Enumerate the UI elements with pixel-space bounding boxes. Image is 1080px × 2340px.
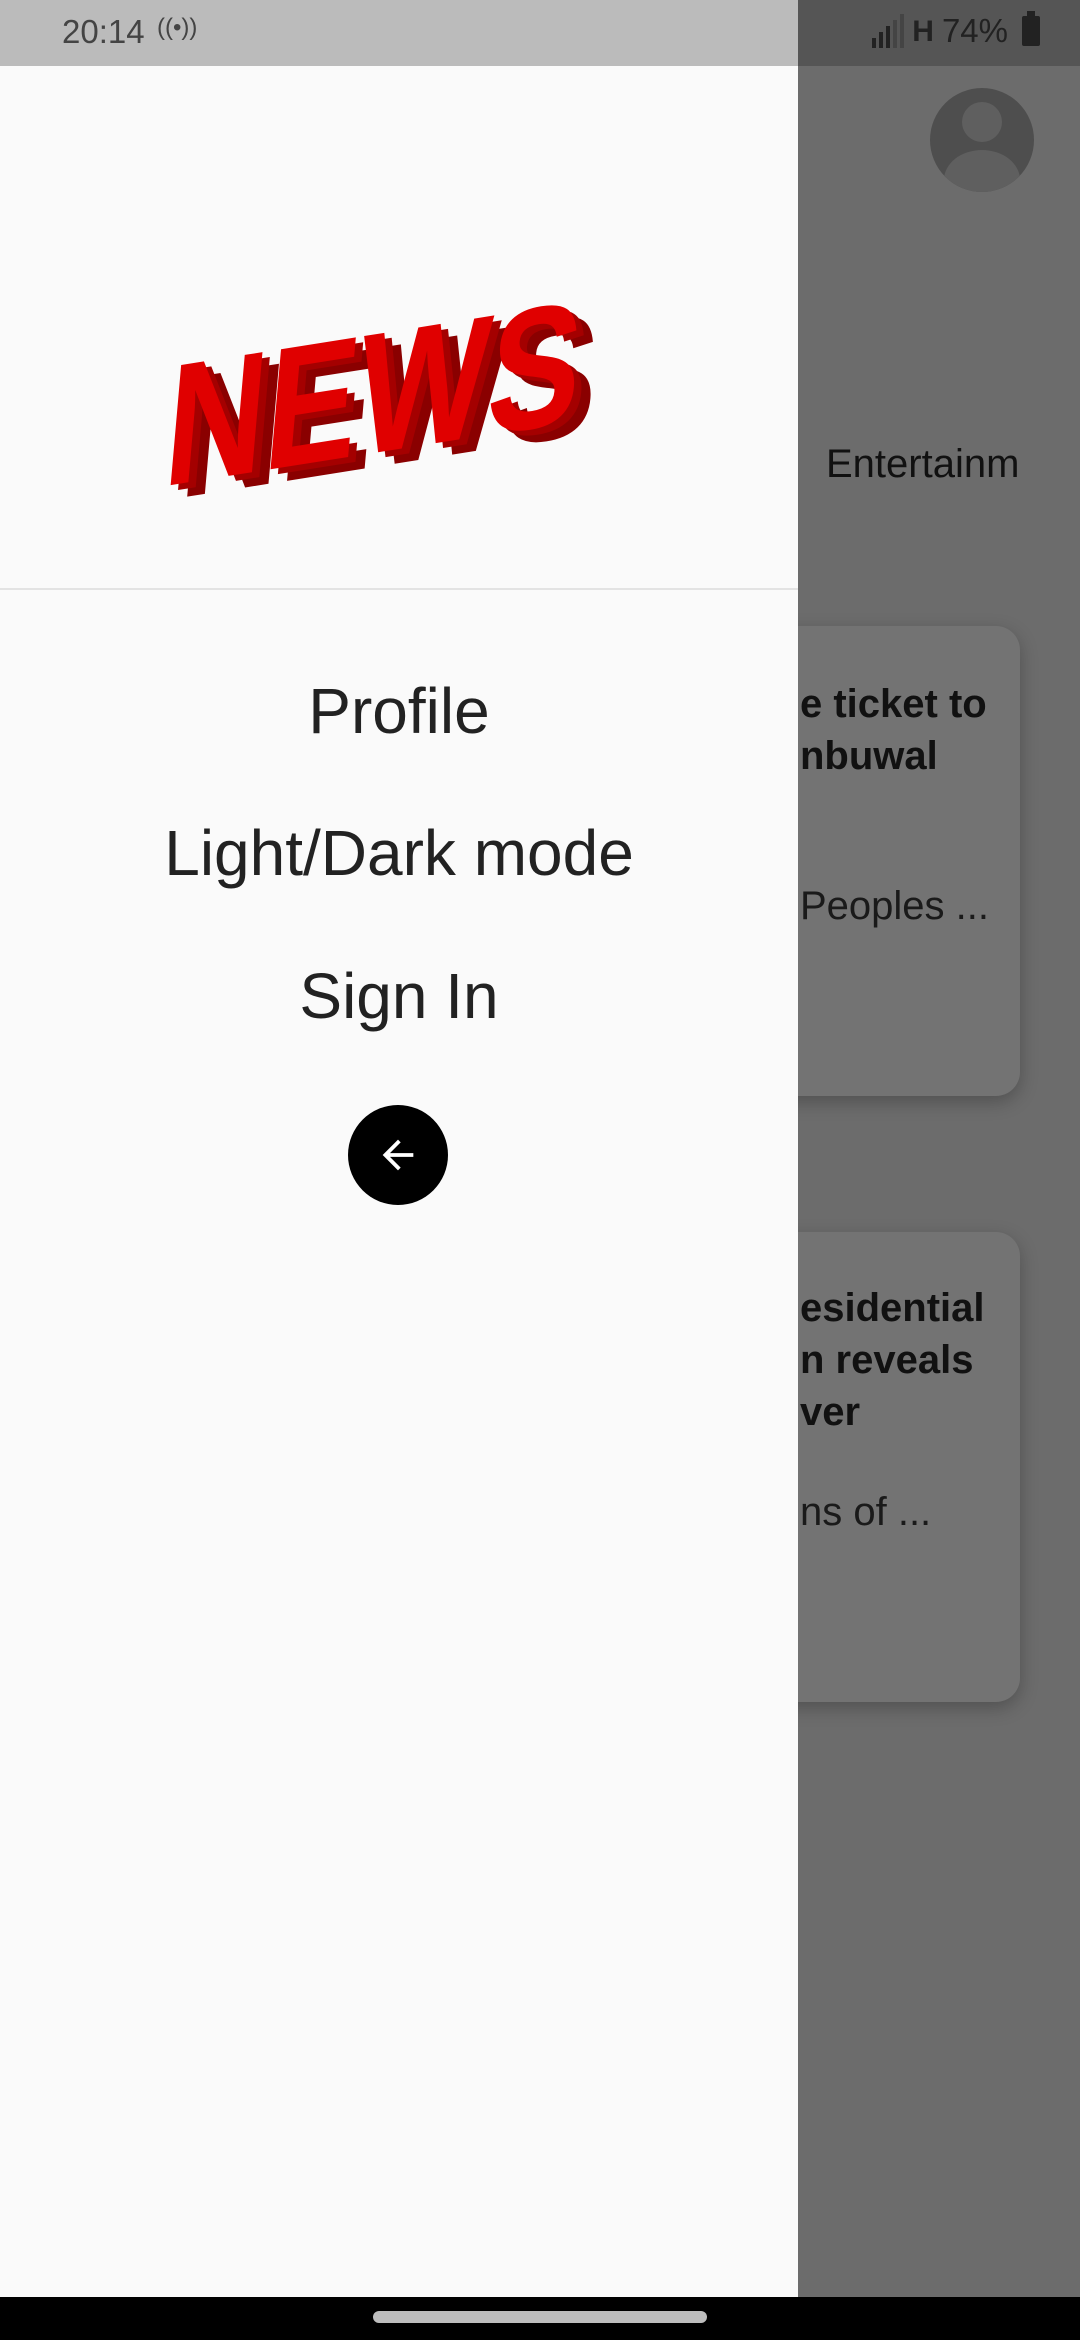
network-type: H [912, 14, 934, 48]
menu-item-light-dark-mode[interactable]: Light/Dark mode [0, 816, 798, 890]
news-logo: NEWS NEWS NEWS [158, 266, 606, 506]
signal-icon [872, 14, 905, 48]
card-snippet: Peoples ... [800, 884, 990, 928]
card-title: ver [800, 1390, 861, 1434]
close-drawer-button[interactable] [348, 1105, 448, 1205]
clock: 20:14 [62, 13, 145, 50]
home-gesture-handle[interactable] [373, 2311, 707, 2323]
hotspot-icon: ((•)) [157, 14, 198, 41]
card-title: e ticket to [800, 682, 987, 726]
status-bar: 20:14 ((•)) H 74% [0, 0, 1080, 66]
tab-entertainment[interactable]: Entertainm [826, 442, 1020, 487]
card-title: n reveals [800, 1338, 974, 1382]
battery-percent: 74% [941, 12, 1008, 49]
menu-item-sign-in[interactable]: Sign In [0, 959, 798, 1033]
avatar[interactable] [930, 88, 1034, 192]
menu-item-profile[interactable]: Profile [0, 674, 798, 748]
arrow-left-icon [382, 1139, 414, 1171]
card-snippet: ns of ... [800, 1490, 932, 1534]
system-icons: H 74% [872, 11, 1040, 50]
divider [0, 588, 798, 590]
card-title: esidential [800, 1286, 985, 1330]
battery-icon [1022, 11, 1040, 46]
card-title: nbuwal [800, 734, 938, 778]
navigation-drawer: NEWS NEWS NEWS Profile Light/Dark mode S… [0, 66, 798, 2297]
